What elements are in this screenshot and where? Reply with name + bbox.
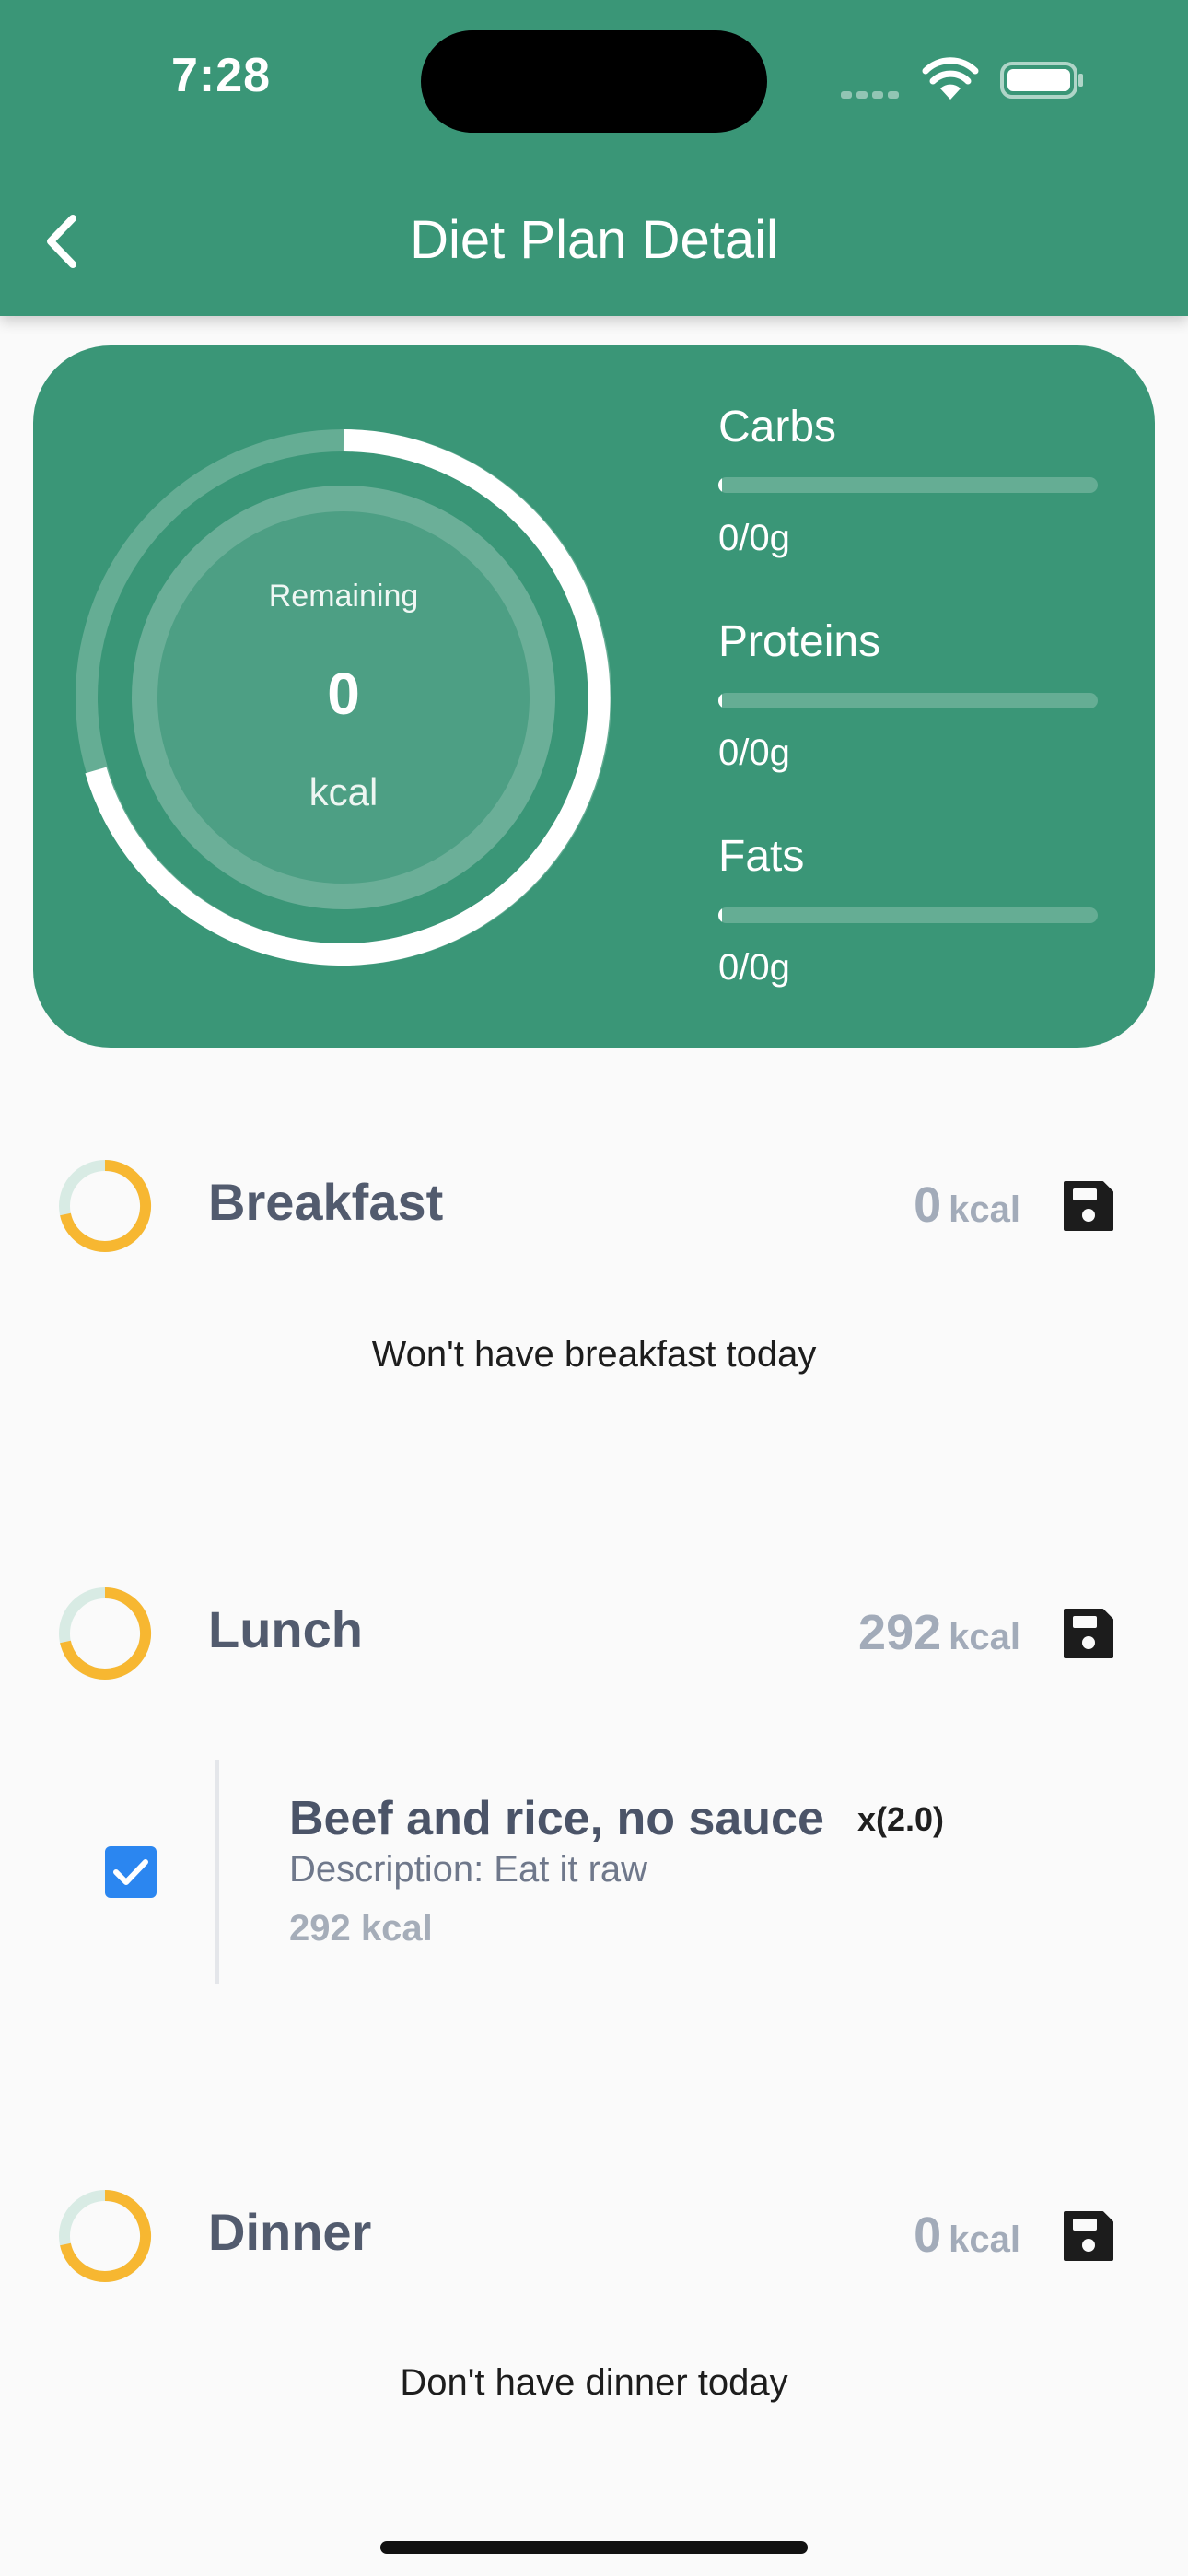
breakfast-kcal-value: 0 <box>914 1177 942 1233</box>
lunch-kcal: 292 kcal <box>858 1604 1020 1661</box>
fats-progress-bar <box>718 907 1098 923</box>
food-checkbox[interactable] <box>105 1846 157 1898</box>
dynamic-island <box>421 30 767 133</box>
dinner-title: Dinner <box>208 2203 372 2261</box>
checkmark-icon <box>113 1859 148 1885</box>
proteins-label: Proteins <box>718 617 881 666</box>
battery-icon <box>1000 62 1083 99</box>
page-title: Diet Plan Detail <box>410 210 778 270</box>
lunch-save-icon[interactable] <box>1062 1607 1115 1660</box>
carbs-value: 0/0g <box>718 518 790 558</box>
remaining-label: Remaining <box>268 579 419 614</box>
dinner-save-icon[interactable] <box>1062 2209 1115 2263</box>
home-indicator[interactable] <box>380 2541 808 2554</box>
breakfast-save-icon[interactable] <box>1062 1179 1115 1233</box>
breakfast-title: Breakfast <box>208 1173 444 1231</box>
dinner-kcal-unit: kcal <box>949 2219 1020 2260</box>
remaining-kcal-unit: kcal <box>309 770 379 814</box>
dinner-kcal: 0 kcal <box>914 2207 1020 2264</box>
wifi-icon <box>922 57 979 100</box>
breakfast-kcal-unit: kcal <box>949 1189 1020 1230</box>
breakfast-progress-ring <box>59 1160 152 1252</box>
dinner-progress-ring <box>59 2190 152 2282</box>
remaining-kcal-value: 0 <box>327 661 360 727</box>
cellular-signal-icon <box>841 87 903 103</box>
lunch-kcal-unit: kcal <box>949 1617 1020 1657</box>
fats-value: 0/0g <box>718 947 790 988</box>
carbs-progress-bar <box>718 477 1098 493</box>
app-bar: 7:28 Diet Plan Detail <box>0 0 1188 316</box>
lunch-progress-ring <box>59 1587 152 1680</box>
proteins-value: 0/0g <box>718 732 790 773</box>
status-time: 7:28 <box>171 49 272 102</box>
food-quantity: x(2.0) <box>857 1800 945 1838</box>
food-description: Description: Eat it raw <box>289 1849 648 1890</box>
breakfast-kcal: 0 kcal <box>914 1177 1020 1234</box>
lunch-kcal-value: 292 <box>858 1605 942 1660</box>
dinner-kcal-value: 0 <box>914 2207 942 2263</box>
food-kcal: 292 kcal <box>289 1908 433 1949</box>
dinner-empty-message: Don't have dinner today <box>400 2362 788 2403</box>
breakfast-empty-message: Won't have breakfast today <box>371 1334 817 1375</box>
fats-label: Fats <box>718 832 805 881</box>
proteins-progress-bar <box>718 693 1098 708</box>
food-divider <box>215 1760 219 1984</box>
carbs-label: Carbs <box>718 403 837 451</box>
food-name[interactable]: Beef and rice, no sauce <box>289 1791 824 1846</box>
lunch-title: Lunch <box>208 1600 363 1658</box>
